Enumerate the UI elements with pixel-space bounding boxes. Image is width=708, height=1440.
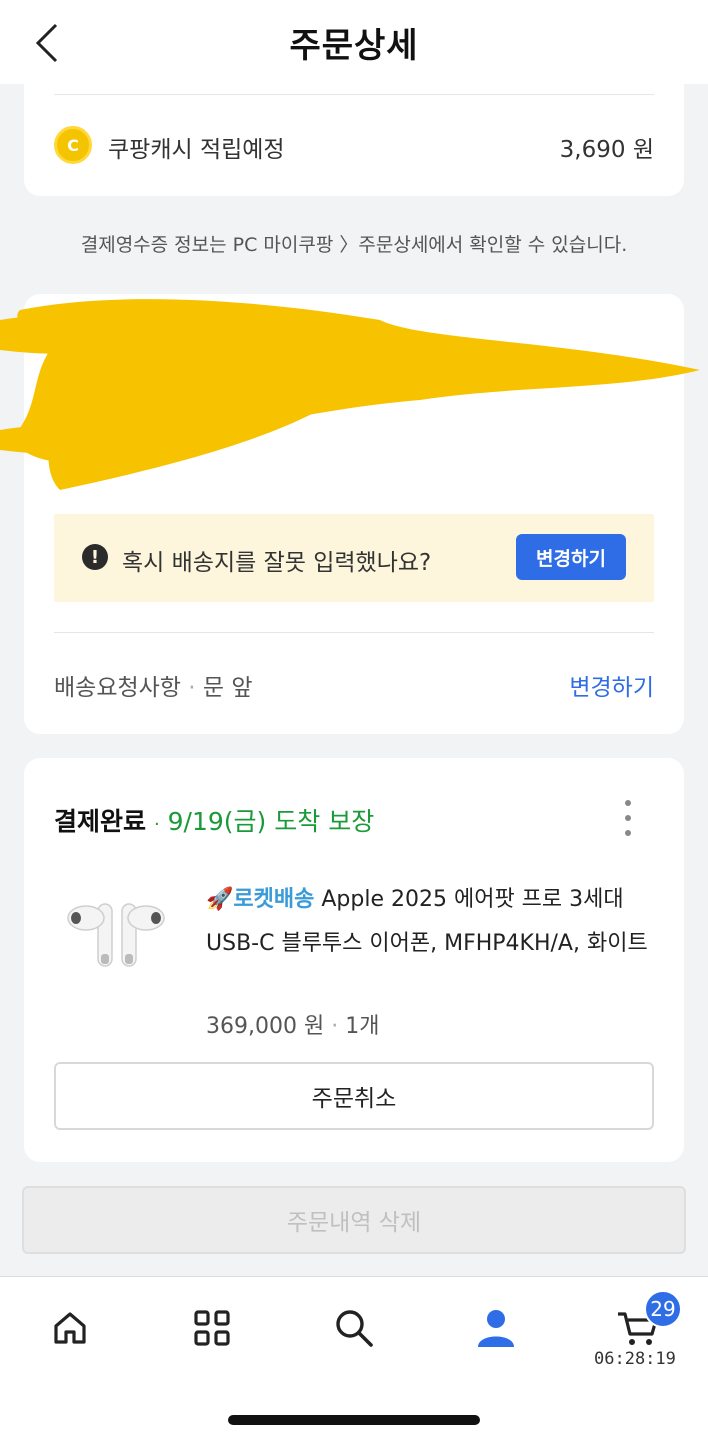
more-options-button[interactable] bbox=[618, 800, 638, 836]
arrival-guarantee: 9/19(금) 도착 보장 bbox=[167, 807, 375, 836]
delivery-request-label: 배송요청사항 bbox=[54, 675, 181, 701]
cash-label: 쿠팡캐시 적립예정 bbox=[108, 137, 285, 163]
more-dot bbox=[625, 815, 631, 821]
status-label: 결제완료 bbox=[54, 807, 147, 836]
home-icon bbox=[54, 1312, 86, 1344]
cancel-order-button[interactable]: 주문취소 bbox=[54, 1062, 654, 1130]
product-title[interactable]: 🚀로켓배송 Apple 2025 에어팟 프로 3세대 USB-C 블루투스 이… bbox=[206, 878, 656, 966]
tab-categories[interactable] bbox=[182, 1303, 242, 1353]
cart-count-badge: 29 bbox=[644, 1290, 682, 1328]
cash-card: C 쿠팡캐시 적립예정 3,690 원 bbox=[24, 70, 684, 196]
more-dot bbox=[625, 830, 631, 836]
countdown-timer: 06:28:19 bbox=[594, 1349, 676, 1369]
separator-dot: · bbox=[153, 814, 160, 835]
divider bbox=[54, 94, 654, 95]
redaction-scribble bbox=[0, 299, 700, 490]
address-warning: ! 혹시 배송지를 잘못 입력했나요? 변경하기 bbox=[54, 514, 654, 602]
tab-search[interactable] bbox=[324, 1303, 384, 1353]
order-card: 결제완료 · 9/19(금) 도착 보장 🚀로켓배송 Apple 2025 에어… bbox=[24, 758, 684, 1162]
rocket-delivery-badge: 🚀로켓배송 bbox=[206, 887, 315, 912]
price-row: 369,000 원 · 1개 bbox=[206, 1008, 379, 1040]
product-price: 369,000 원 bbox=[206, 1014, 325, 1039]
bottom-tab-bar: 29 06:28:19 bbox=[0, 1276, 708, 1440]
delivery-request-value: 문 앞 bbox=[202, 675, 253, 701]
more-dot bbox=[625, 800, 631, 806]
exclamation-icon: ! bbox=[82, 544, 108, 570]
cash-amount: 3,690 원 bbox=[559, 137, 654, 163]
tab-my-coupang[interactable] bbox=[466, 1303, 526, 1353]
address-card: ! 혹시 배송지를 잘못 입력했나요? 변경하기 배송요청사항 · 문 앞 변경… bbox=[0, 294, 700, 734]
receipt-note: 결제영수증 정보는 PC 마이쿠팡 〉주문상세에서 확인할 수 있습니다. bbox=[80, 234, 628, 256]
search-icon bbox=[336, 1310, 373, 1347]
delete-order-button[interactable]: 주문내역 삭제 bbox=[22, 1186, 686, 1254]
delivery-request: 배송요청사항 · 문 앞 bbox=[54, 668, 253, 702]
separator-dot: · bbox=[331, 1014, 339, 1039]
change-request-link[interactable]: 변경하기 bbox=[569, 668, 654, 702]
separator-dot: · bbox=[188, 675, 196, 701]
coupang-cash-icon: C bbox=[54, 126, 92, 164]
product-quantity: 1개 bbox=[345, 1014, 380, 1039]
tab-home[interactable] bbox=[40, 1303, 100, 1353]
order-status: 결제완료 · 9/19(금) 도착 보장 bbox=[54, 802, 374, 838]
change-address-button[interactable]: 변경하기 bbox=[516, 534, 626, 580]
page-title: 주문상세 bbox=[289, 26, 419, 66]
airpods-product-image[interactable] bbox=[64, 896, 168, 972]
warning-text: 혹시 배송지를 잘못 입력했나요? bbox=[122, 550, 432, 576]
divider bbox=[54, 632, 654, 633]
user-icon bbox=[478, 1310, 514, 1347]
grid-icon bbox=[194, 1310, 230, 1346]
home-indicator bbox=[228, 1415, 480, 1425]
